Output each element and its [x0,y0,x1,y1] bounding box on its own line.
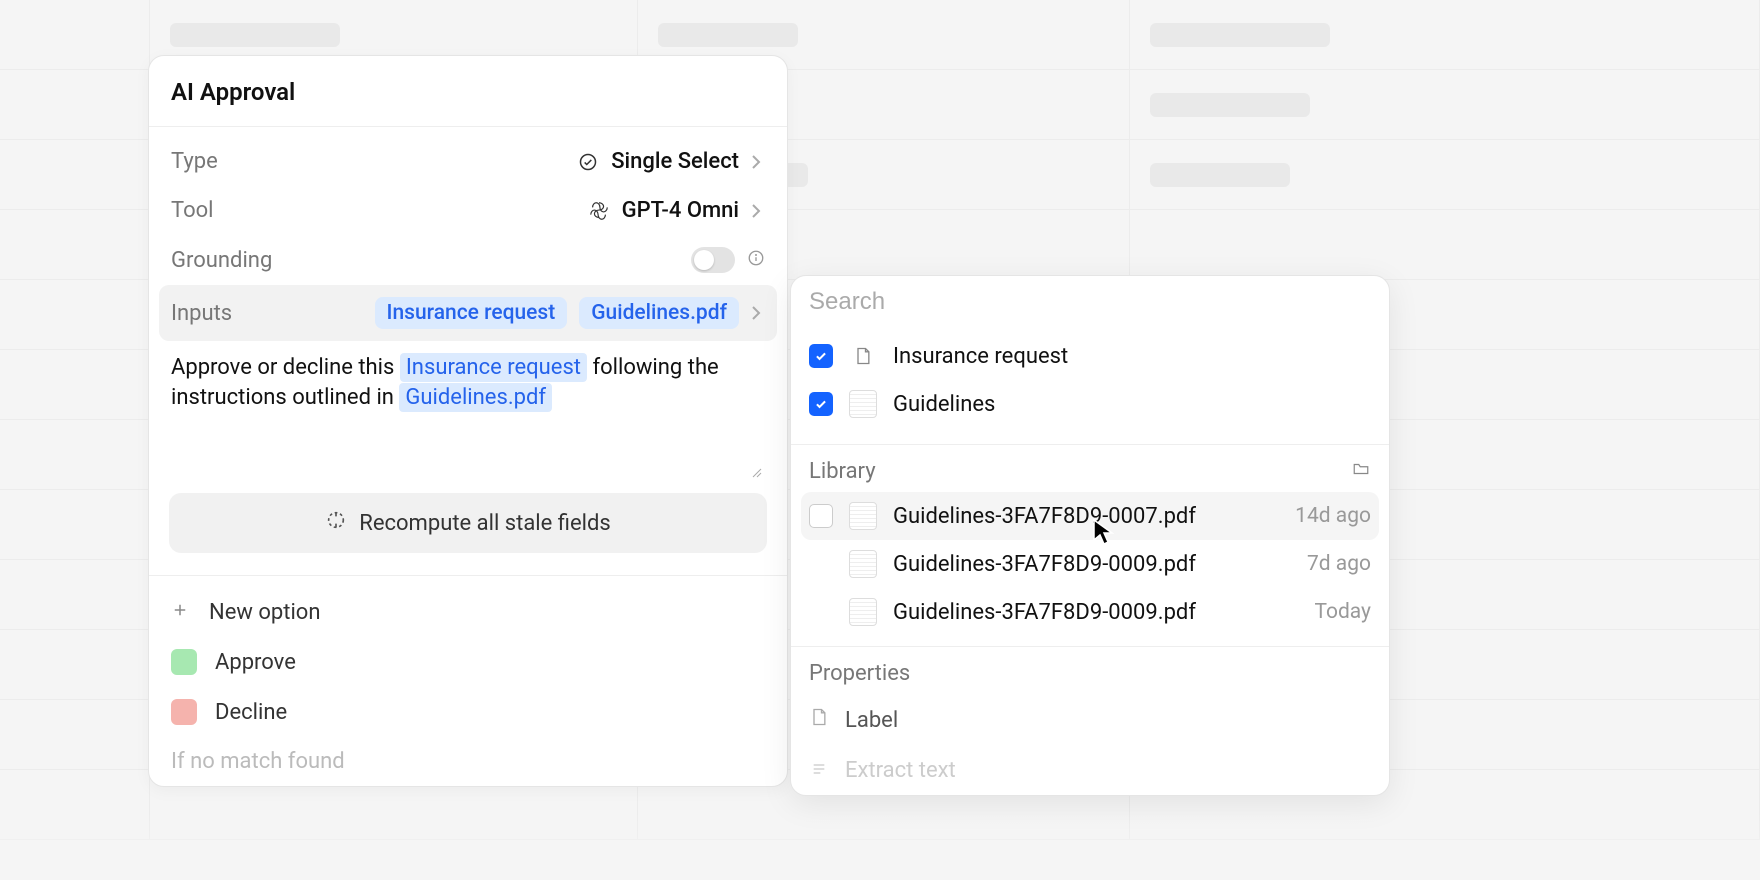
selected-list: Insurance request Guidelines [791,328,1389,445]
page-icon [849,342,877,370]
library-item[interactable]: Guidelines-3FA7F8D9-0007.pdf 14d ago [801,492,1379,540]
properties-header: Properties [791,647,1389,694]
recompute-label: Recompute all stale fields [359,511,610,536]
document-thumb-icon [849,390,877,418]
type-value: Single Select [611,149,739,174]
option-approve-label: Approve [215,650,296,675]
inputs-row[interactable]: Inputs Insurance request Guidelines.pdf [159,285,777,341]
library-item[interactable]: Guidelines-3FA7F8D9-0009.pdf 7d ago [801,540,1379,588]
option-approve[interactable]: Approve [159,637,777,687]
prompt-token-guidelines[interactable]: Guidelines.pdf [399,383,552,412]
library-item-name: Guidelines-3FA7F8D9-0009.pdf [893,552,1196,577]
library-item-time: Today [1314,600,1371,624]
checkbox-unchecked-icon[interactable] [809,504,833,528]
selected-item-guidelines[interactable]: Guidelines [801,380,1379,428]
search-row [791,276,1389,328]
info-icon[interactable] [747,248,765,273]
color-swatch-red [171,699,197,725]
selected-item-insurance[interactable]: Insurance request [801,332,1379,380]
checkbox-checked-icon[interactable] [809,392,833,416]
openai-icon [588,200,610,222]
new-option-label: New option [209,600,321,625]
grounding-row: Grounding [159,235,777,285]
plus-icon [171,600,191,625]
tool-label: Tool [171,198,214,223]
properties-section: Properties Label Extract text [791,646,1389,795]
selected-item-label: Insurance request [893,344,1068,369]
library-label: Library [809,459,876,484]
input-chip-insurance[interactable]: Insurance request [375,297,568,329]
chevron-right-icon [751,154,765,170]
library-item-time: 14d ago [1295,504,1371,528]
new-option-button[interactable]: New option [159,588,777,637]
tool-value: GPT-4 Omni [622,198,739,223]
option-decline-label: Decline [215,700,287,725]
page-icon [809,706,829,734]
color-swatch-green [171,649,197,675]
property-extract-text[interactable]: Extract text [791,746,1389,795]
recompute-button[interactable]: Recompute all stale fields [169,493,767,553]
document-thumb-icon [849,502,877,530]
panel-title: AI Approval [149,56,787,127]
chevron-right-icon [751,203,765,219]
options-section: New option Approve Decline If no match f… [149,575,787,786]
prompt-textarea[interactable]: Approve or decline this Insurance reques… [171,347,765,487]
grounding-label: Grounding [171,248,272,273]
search-input[interactable] [809,288,1371,316]
property-label[interactable]: Label [791,694,1389,746]
prompt-token-insurance[interactable]: Insurance request [400,353,587,382]
checkbox-checked-icon[interactable] [809,344,833,368]
library-item-name: Guidelines-3FA7F8D9-0009.pdf [893,600,1196,625]
input-chip-guidelines[interactable]: Guidelines.pdf [579,297,739,329]
ai-approval-panel: AI Approval Type Single Select Tool [148,55,788,787]
property-name: Label [845,708,898,733]
lines-icon [809,758,829,783]
type-row[interactable]: Type Single Select [159,137,777,186]
inputs-label: Inputs [171,301,232,326]
type-label: Type [171,149,218,174]
resize-handle-icon[interactable] [751,466,763,485]
properties-label: Properties [809,661,910,686]
document-thumb-icon [849,550,877,578]
option-decline[interactable]: Decline [159,687,777,737]
library-header: Library [791,445,1389,492]
library-list: Guidelines-3FA7F8D9-0007.pdf 14d ago Gui… [791,492,1389,636]
folder-icon[interactable] [1351,459,1371,484]
tool-row[interactable]: Tool GPT-4 Omni [159,186,777,235]
grounding-toggle[interactable] [691,247,735,273]
recompute-icon [325,509,347,537]
no-match-label: If no match found [171,749,345,774]
no-match-row: If no match found [159,737,777,786]
library-item-name: Guidelines-3FA7F8D9-0007.pdf [893,504,1196,529]
selected-item-label: Guidelines [893,392,995,417]
library-item-time: 7d ago [1307,552,1371,576]
property-name: Extract text [845,758,956,783]
inputs-popover: Insurance request Guidelines Library Gui… [790,275,1390,796]
chevron-right-icon [751,305,765,321]
check-circle-icon [577,151,599,173]
document-thumb-icon [849,598,877,626]
library-item[interactable]: Guidelines-3FA7F8D9-0009.pdf Today [801,588,1379,636]
prompt-text-pre: Approve or decline this [171,355,400,380]
